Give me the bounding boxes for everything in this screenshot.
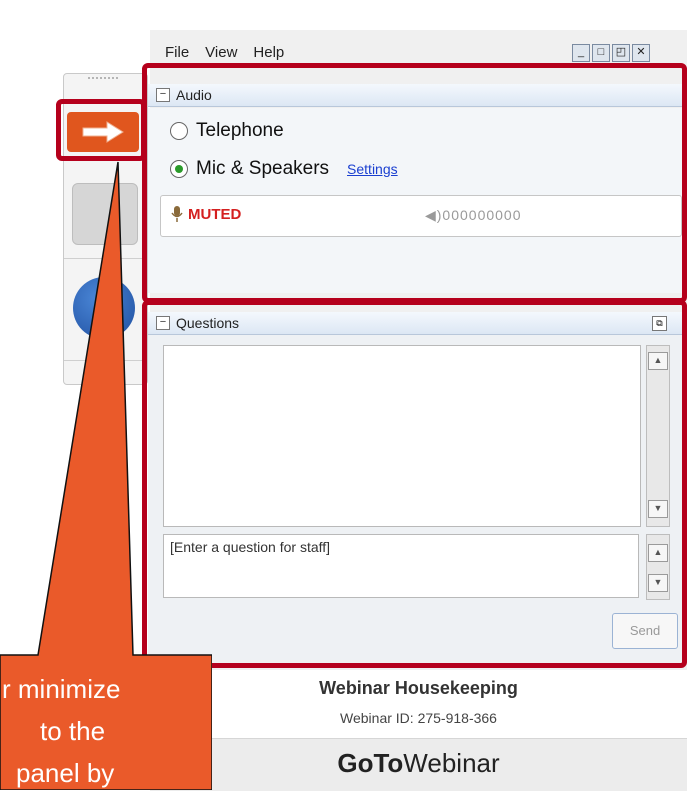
webinar-id: Webinar ID: 275-918-366: [340, 710, 497, 726]
questions-highlight: [142, 300, 687, 668]
restore-icon[interactable]: ◰: [612, 44, 630, 62]
menu-help[interactable]: Help: [253, 44, 284, 61]
audio-highlight: [142, 63, 687, 303]
maximize-icon[interactable]: □: [592, 44, 610, 62]
close-icon[interactable]: ✕: [632, 44, 650, 62]
gotowebinar-logo: GoToWebinar: [337, 748, 500, 778]
drag-grip[interactable]: [88, 77, 118, 85]
callout-line: r minimize: [2, 674, 121, 704]
callout-line: to the: [40, 716, 106, 746]
minimize-icon[interactable]: _: [572, 44, 590, 62]
menu-bar: File View Help: [165, 44, 284, 61]
menu-file[interactable]: File: [165, 44, 189, 61]
arrow-highlight: [56, 99, 146, 161]
callout-text: r minimize to the panel by: [0, 668, 212, 794]
menu-view[interactable]: View: [205, 44, 237, 61]
callout-line: panel by: [16, 758, 115, 788]
webinar-title: Webinar Housekeeping: [319, 678, 518, 698]
